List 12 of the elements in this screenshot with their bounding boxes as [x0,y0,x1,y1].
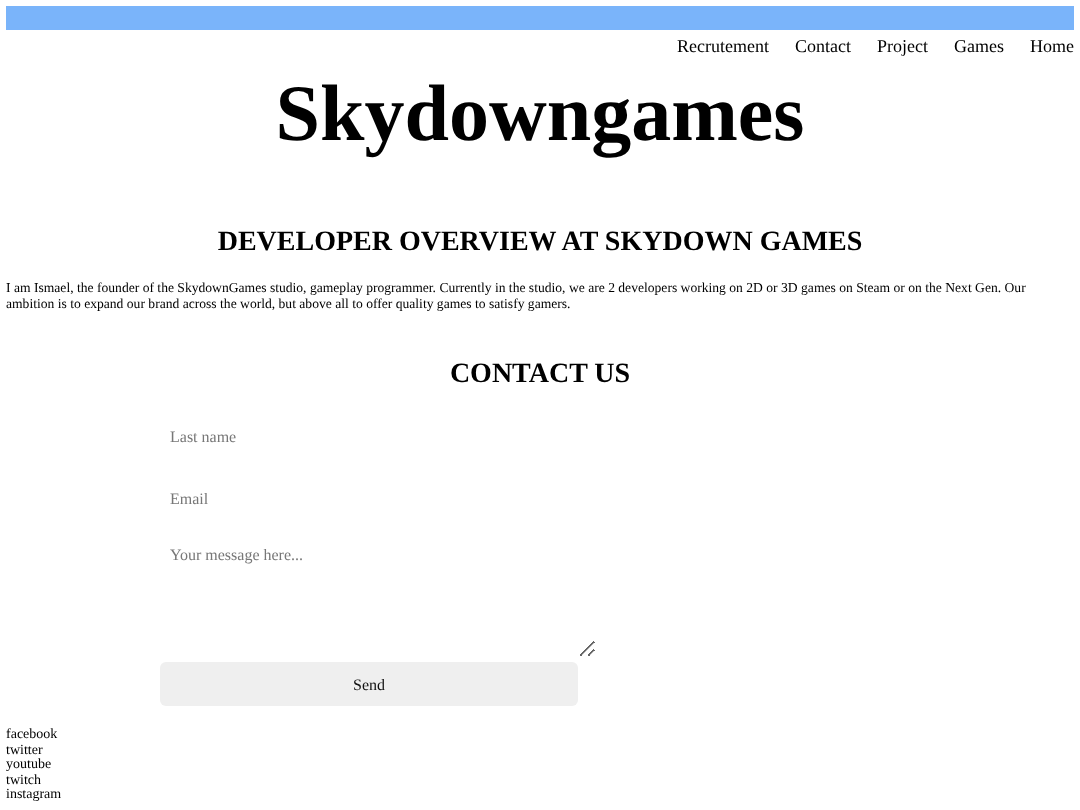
nav-link[interactable]: Project [877,36,928,56]
send-button[interactable]: Send [160,662,578,706]
nav-link[interactable]: Contact [795,36,851,56]
site-title: Skydowngames [273,68,807,160]
input-field[interactable]: Email [160,476,596,522]
section-heading: CONTACT US [447,358,633,394]
input-field[interactable]: Last name [160,414,596,460]
nav-link[interactable]: Games [954,36,1004,56]
message-field[interactable]: Your message here... [160,538,596,658]
nav-link[interactable]: Home [1030,36,1074,56]
nav-link[interactable]: Recrutement [677,36,769,56]
section-heading: DEVELOPER OVERVIEW AT SKYDOWN GAMES [215,226,865,262]
